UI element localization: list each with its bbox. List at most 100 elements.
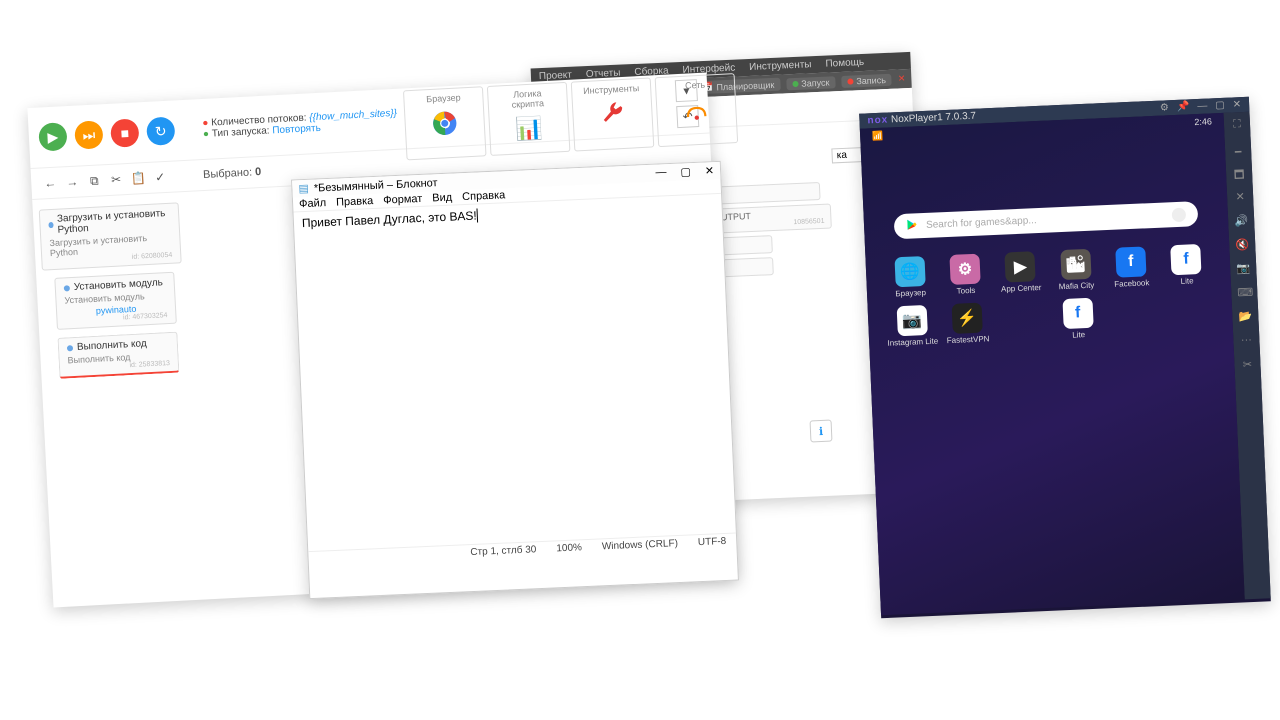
android-app-tools[interactable]: ⚙Tools: [939, 253, 992, 296]
back-icon[interactable]: ←: [41, 174, 60, 193]
nox-close-icon[interactable]: ✕: [1233, 99, 1242, 110]
notepad-window: ▤ *Безымянный – Блокнот — ▢ ✕ Файл Правк…: [291, 161, 739, 599]
android-app-mafia-city[interactable]: 🏙Mafia City: [1049, 248, 1102, 291]
maximize-side-icon[interactable]: 🗖: [1232, 166, 1247, 181]
copy-icon[interactable]: ⧉: [85, 171, 104, 190]
scissors-icon[interactable]: ✂: [1240, 358, 1255, 373]
loop-button[interactable]: ↻: [146, 116, 175, 145]
menu-edit[interactable]: Правка: [336, 195, 374, 209]
app-label: Браузер: [885, 288, 937, 299]
android-time: 2:46: [1194, 116, 1212, 128]
android-app-grid: 🌐Браузер⚙Tools▶App Center🏙Mafia CityfFac…: [865, 239, 1233, 353]
panel-tools[interactable]: Инструменты: [571, 77, 655, 151]
notepad-text: Привет Павел Дуглас, это BAS!: [302, 209, 477, 231]
panel-logic-label: Логика скрипта: [496, 87, 559, 110]
app-label: Tools: [940, 285, 992, 296]
app-icon: 🌐: [894, 256, 925, 287]
status-zoom: 100%: [556, 542, 582, 554]
fullscreen-icon[interactable]: ⛶: [1230, 118, 1245, 133]
menu-tools[interactable]: Инструменты: [749, 59, 812, 73]
app-label: Instagram Lite: [887, 337, 939, 348]
toolbar-launch-label: Запуск: [801, 77, 830, 88]
toolbar-record-label: Запись: [856, 75, 886, 86]
block-id: 25833813: [139, 360, 170, 369]
app-icon: ▶: [1005, 251, 1036, 282]
more-icon[interactable]: ···: [1239, 334, 1254, 349]
volume-up-icon[interactable]: 🔊: [1234, 214, 1249, 229]
nox-title: NoxPlayer1 7.0.3.7: [891, 111, 976, 126]
menu-format[interactable]: Формат: [383, 193, 423, 207]
block-run-code[interactable]: Выполнить код Выполнить код id: 25833813: [57, 332, 179, 379]
launch-label: Тип запуска:: [212, 125, 270, 139]
toolbar-record[interactable]: Запись: [841, 73, 892, 87]
volume-mute-icon[interactable]: 🔇: [1235, 238, 1250, 253]
play-store-icon: [906, 218, 919, 234]
nox-player-window: nox NoxPlayer1 7.0.3.7 ⚙ 📌 — ▢ ✕ 📶 2:46 …: [859, 97, 1271, 619]
wifi-icon: 📶: [872, 131, 884, 142]
forward-icon[interactable]: →: [63, 172, 82, 191]
toolbar-launch[interactable]: Запуск: [786, 76, 836, 90]
android-app-lite[interactable]: fLite: [1160, 244, 1213, 287]
stop-button[interactable]: ■: [110, 118, 139, 147]
selected-count: 0: [255, 166, 262, 178]
notepad-icon: ▤: [298, 182, 309, 195]
caret: [476, 208, 478, 222]
nox-pin-icon[interactable]: 📌: [1177, 101, 1190, 113]
android-app-fastestvpn[interactable]: ⚡FastestVPN: [941, 302, 994, 345]
android-app-facebook[interactable]: fFacebook: [1105, 246, 1158, 289]
launch-value: Повторять: [272, 123, 321, 137]
nox-minimize-icon[interactable]: —: [1197, 101, 1207, 112]
notepad-text-area[interactable]: Привет Павел Дуглас, это BAS!: [293, 194, 735, 552]
block-title: Загрузить и установить Python: [57, 208, 171, 236]
nox-logo: nox: [867, 114, 888, 126]
app-icon: ⚙: [949, 254, 980, 285]
step-button[interactable]: ⏭: [74, 120, 103, 149]
minimize-side-icon[interactable]: 🗕: [1231, 142, 1246, 157]
block-id: 467303254: [132, 312, 167, 321]
android-app-empty: [996, 300, 1049, 343]
nox-maximize-icon[interactable]: ▢: [1215, 100, 1225, 111]
app-label: Lite: [1053, 329, 1105, 340]
info-button[interactable]: ℹ: [810, 420, 833, 443]
status-encoding: UTF-8: [698, 536, 727, 548]
panel-browser[interactable]: Браузер: [403, 86, 487, 160]
close-side-icon[interactable]: ✕: [1233, 190, 1248, 205]
panel-browser-label: Браузер: [412, 92, 474, 105]
block-id: 62080054: [141, 252, 172, 261]
keyboard-icon[interactable]: ⌨: [1237, 286, 1252, 301]
paste-icon[interactable]: 📋: [129, 169, 148, 188]
app-label: App Center: [995, 283, 1047, 294]
menu-help[interactable]: Помощь: [825, 57, 864, 70]
maximize-icon[interactable]: ▢: [680, 165, 691, 178]
android-app-instagram-lite[interactable]: 📷Instagram Lite: [886, 305, 939, 348]
panel-tools-label: Инструменты: [580, 83, 642, 96]
screenshot-icon[interactable]: 📷: [1236, 262, 1251, 277]
check-icon[interactable]: ✓: [151, 168, 170, 187]
close-icon[interactable]: ✕: [705, 164, 715, 177]
search-placeholder: Search for games&app...: [926, 215, 1037, 231]
menu-view[interactable]: Вид: [432, 192, 452, 205]
app-icon: 🏙: [1060, 249, 1091, 280]
block-install-python[interactable]: Загрузить и установить Python Загрузить …: [39, 202, 182, 270]
mic-icon[interactable]: [1172, 207, 1187, 222]
block-install-module[interactable]: Установить модуль Установить модуль pywi…: [54, 272, 177, 330]
app-label: FastestVPN: [942, 334, 994, 345]
close-icon[interactable]: ✕: [898, 73, 906, 84]
cut-icon[interactable]: ✂: [107, 170, 126, 189]
android-app-браузер[interactable]: 🌐Браузер: [883, 256, 936, 299]
panel-net-label: Сеть: [664, 79, 726, 92]
panel-net[interactable]: Сеть: [655, 73, 739, 147]
folder-icon[interactable]: 📂: [1238, 310, 1253, 325]
panel-logic[interactable]: Логика скрипта 📊: [487, 82, 571, 156]
app-label: Lite: [1161, 275, 1213, 286]
minimize-icon[interactable]: —: [655, 166, 667, 179]
menu-file[interactable]: Файл: [299, 197, 327, 210]
play-button[interactable]: ▶: [38, 122, 67, 151]
nox-android-screen[interactable]: 📶 2:46 Search for games&app... 🌐Браузер⚙…: [860, 113, 1245, 615]
block-title: Выполнить код: [77, 338, 147, 353]
android-search-bar[interactable]: Search for games&app...: [894, 201, 1199, 239]
nox-settings-icon[interactable]: ⚙: [1160, 102, 1169, 113]
android-app-app-center[interactable]: ▶App Center: [994, 251, 1047, 294]
menu-help[interactable]: Справка: [462, 189, 506, 203]
android-app-lite[interactable]: fLite: [1051, 297, 1104, 340]
